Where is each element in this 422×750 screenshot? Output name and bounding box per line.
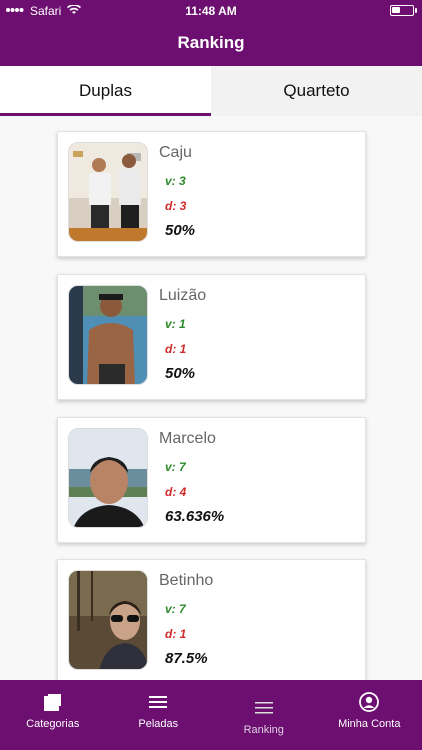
- losses-label: d: 1: [165, 342, 187, 356]
- nav-minha-conta[interactable]: Minha Conta: [317, 680, 422, 750]
- losses-label: d: 3: [165, 199, 187, 213]
- status-bar: Safari 11:48 AM: [0, 0, 422, 22]
- player-card[interactable]: Betinho v: 7 d: 1 87.5%: [57, 559, 366, 680]
- ranking-list[interactable]: Caju v: 3 d: 3 50% Luizão v: 1 d: 1 50%: [0, 116, 422, 680]
- nav-ranking[interactable]: Ranking: [211, 680, 317, 750]
- bottom-nav: Categorias Peladas Ranking Minha Conta: [0, 680, 422, 750]
- battery-icon: [390, 5, 417, 16]
- losses-label: d: 1: [165, 627, 187, 641]
- nav-label: Minha Conta: [338, 718, 401, 730]
- cards-icon: [43, 692, 62, 712]
- avatar: [68, 285, 148, 385]
- player-name: Marcelo: [159, 430, 216, 447]
- nav-label: Peladas: [138, 718, 179, 730]
- avatar: [68, 428, 148, 528]
- win-percentage: 63.636%: [165, 508, 225, 525]
- win-percentage: 87.5%: [165, 650, 208, 667]
- wins-label: v: 7: [165, 460, 186, 474]
- nav-categorias[interactable]: Categorias: [0, 680, 106, 750]
- win-percentage: 50%: [165, 222, 196, 239]
- wins-label: v: 7: [165, 602, 186, 616]
- status-time: 11:48 AM: [185, 4, 237, 18]
- player-name: Caju: [159, 144, 192, 161]
- win-percentage: 50%: [165, 365, 196, 382]
- wins-label: v: 3: [165, 174, 186, 188]
- player-card[interactable]: Luizão v: 1 d: 1 50%: [57, 274, 366, 400]
- player-name: Betinho: [159, 572, 214, 589]
- nav-peladas[interactable]: Peladas: [106, 680, 212, 750]
- menu-icon: [149, 692, 168, 712]
- avatar: [68, 142, 148, 242]
- tab-quarteto[interactable]: Quarteto: [211, 66, 422, 116]
- nav-label: Ranking: [243, 724, 284, 736]
- tab-duplas[interactable]: Duplas: [0, 66, 211, 116]
- nav-label: Categorias: [26, 718, 80, 730]
- top-bar: Safari 11:48 AM Ranking: [0, 0, 422, 66]
- page-title: Ranking: [177, 33, 245, 52]
- player-card[interactable]: Caju v: 3 d: 3 50%: [57, 131, 366, 257]
- menu-icon: [254, 698, 273, 718]
- player-name: Luizão: [159, 287, 207, 304]
- tab-bar: Duplas Quarteto: [0, 66, 422, 116]
- avatar: [68, 570, 148, 670]
- user-circle-icon: [359, 692, 380, 712]
- player-card[interactable]: Marcelo v: 7 d: 4 63.636%: [57, 417, 366, 543]
- wins-label: v: 1: [165, 317, 186, 331]
- losses-label: d: 4: [165, 485, 187, 499]
